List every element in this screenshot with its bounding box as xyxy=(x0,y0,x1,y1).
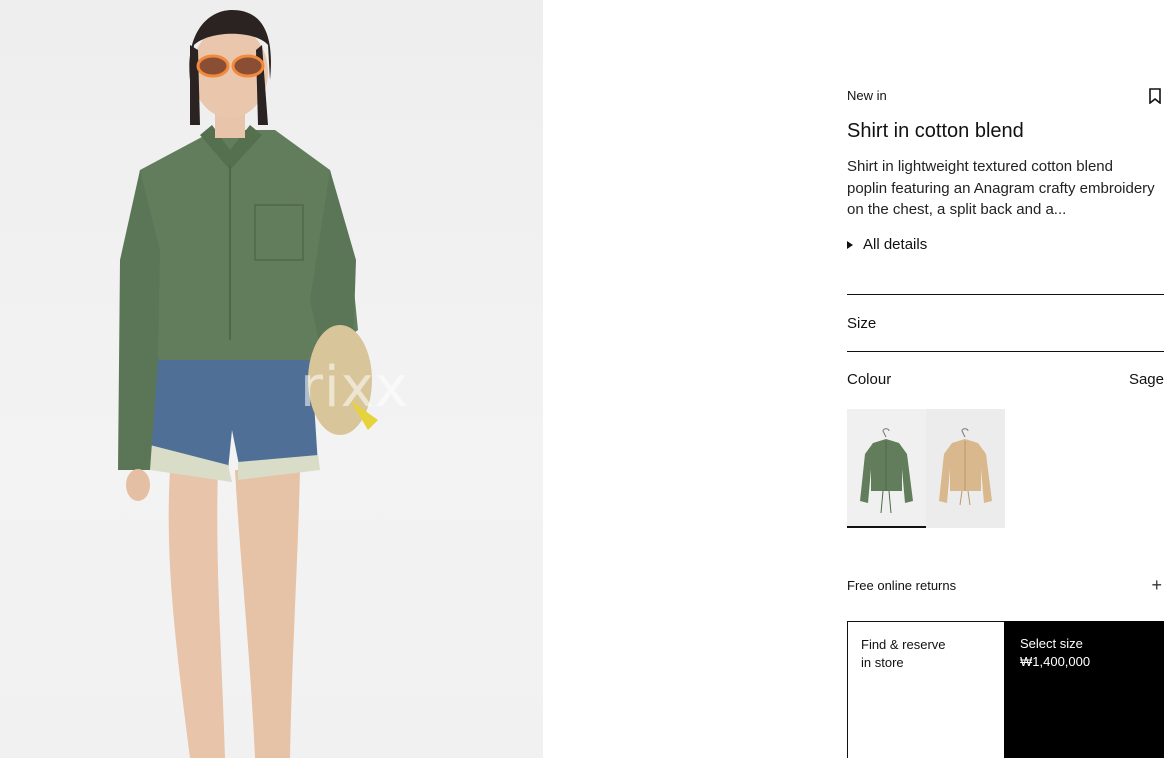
all-details-label: All details xyxy=(863,236,928,253)
select-size-label: Select size xyxy=(1020,636,1083,651)
all-details-toggle[interactable]: All details xyxy=(847,236,927,253)
swatch-shirt-image xyxy=(939,428,992,506)
price: ₩1,400,000 xyxy=(1020,654,1091,669)
size-label: Size xyxy=(847,314,877,332)
product-image[interactable]: rixx xyxy=(0,0,543,758)
new-in-tag: New in xyxy=(847,88,887,103)
size-selector[interactable]: Size xyxy=(847,295,1164,351)
select-size-button[interactable]: Select size ₩1,400,000 xyxy=(1004,621,1164,758)
colour-swatch-sage[interactable] xyxy=(847,409,926,528)
find-reserve-in-store-button[interactable]: Find & reserve in store xyxy=(847,621,1005,758)
divider xyxy=(847,351,1164,352)
watermark-text: rixx xyxy=(300,355,409,420)
colour-selected-value: Sage xyxy=(1128,371,1164,388)
store-button-line2: in store xyxy=(861,655,904,670)
swatch-shirt-image xyxy=(860,428,913,514)
free-returns-accordion[interactable]: Free online returns + xyxy=(847,575,1164,596)
product-description: Shirt in lightweight textured cotton ble… xyxy=(847,158,1155,218)
store-button-line1: Find & reserve xyxy=(861,637,946,652)
plus-icon: + xyxy=(1151,575,1162,595)
model-photo xyxy=(118,10,378,758)
product-info-panel: New in Shirt in cotton blend Shirt in li… xyxy=(847,0,1164,758)
colour-swatch-sand[interactable] xyxy=(926,409,1005,528)
bookmark-icon[interactable] xyxy=(1148,88,1162,104)
product-title: Shirt in cotton blend xyxy=(847,120,1024,142)
colour-label: Colour xyxy=(847,371,892,388)
triangle-right-icon xyxy=(847,240,853,249)
free-returns-label: Free online returns xyxy=(847,578,957,593)
